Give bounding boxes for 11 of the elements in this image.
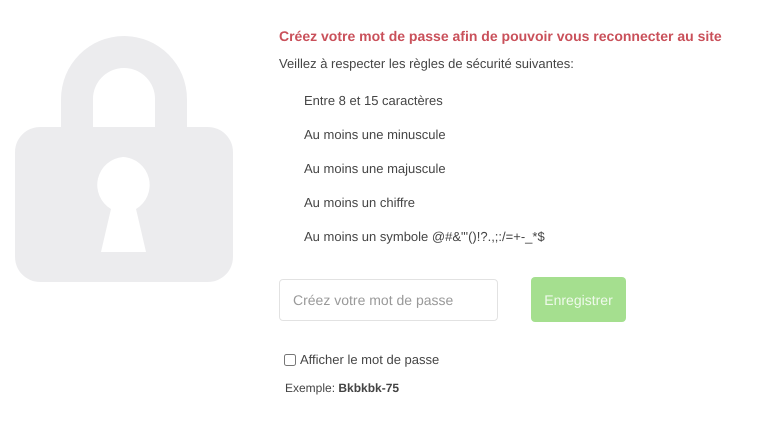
rule-text: Au moins une minuscule: [304, 127, 447, 143]
rule-text: Au moins une majuscule: [304, 161, 447, 177]
rule-text: Au moins un symbole @#&"'()!?.,;:/=+-_*$: [304, 229, 546, 245]
password-field[interactable]: Créez votre mot de passe: [279, 278, 498, 320]
rule-text: Au moins un chiffre: [304, 195, 416, 211]
checkbox-label: Afficher le mot de passe: [300, 352, 440, 367]
show-password-checkbox[interactable]: [284, 354, 296, 366]
form-heading: Créez votre mot de passe afin de pouvoir vous reconnecter au site: [279, 28, 723, 44]
example-text: Exemple: Bkbkbk-75: [285, 381, 400, 395]
intro-text: Veillez à respecter les règles de sécurité suivantes:: [279, 56, 575, 71]
rule-text: Entre 8 et 15 caractères: [304, 93, 444, 109]
